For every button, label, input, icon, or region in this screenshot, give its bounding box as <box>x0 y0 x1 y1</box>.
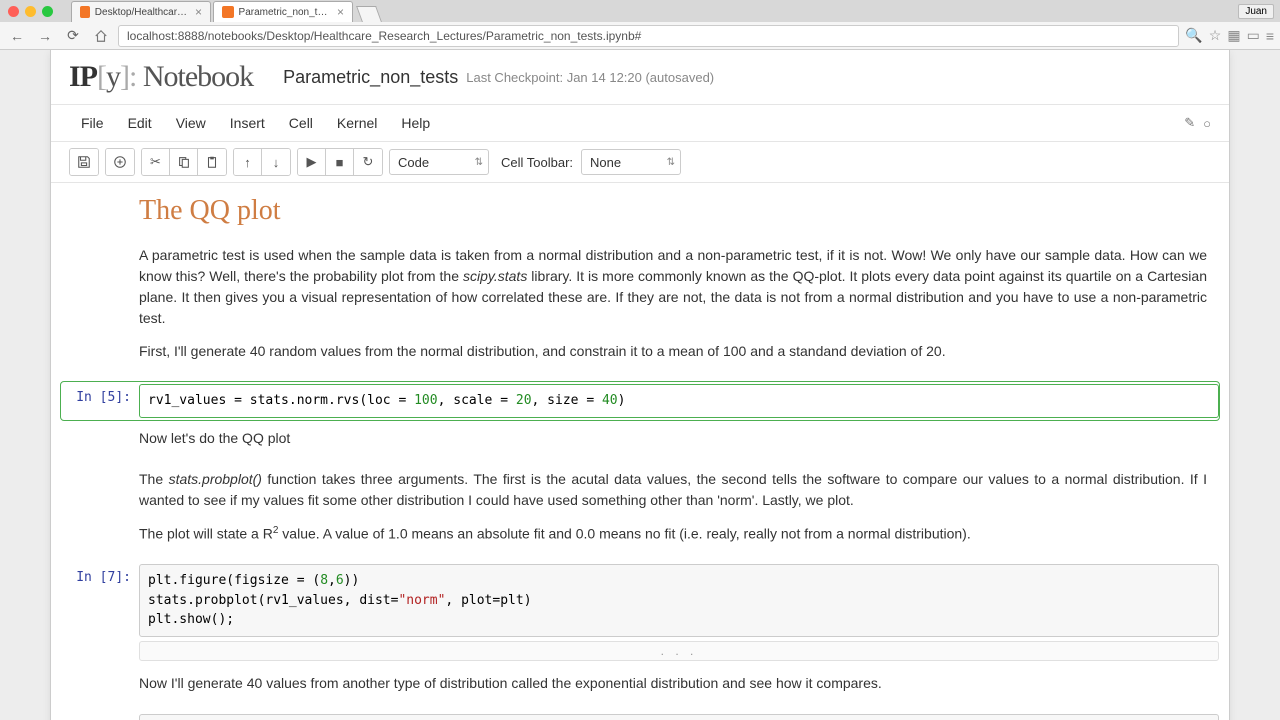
jupyter-fav-icon <box>80 6 90 18</box>
paragraph: A parametric test is used when the sampl… <box>139 245 1207 329</box>
move-down-button[interactable]: ↓ <box>262 149 290 175</box>
cut-button[interactable]: ✂ <box>142 149 170 175</box>
browser-tab[interactable]: Parametric_non_tests × <box>213 1 353 22</box>
insert-cell-button[interactable] <box>106 149 134 175</box>
user-profile-badge[interactable]: Juan <box>1238 4 1274 19</box>
paste-button[interactable] <box>198 149 226 175</box>
markdown-cell[interactable]: Now let's do the QQ plot <box>51 424 1219 465</box>
close-tab-icon[interactable]: × <box>337 5 344 19</box>
notebook-content: The QQ plot A parametric test is used wh… <box>51 183 1229 720</box>
markdown-cell[interactable]: A parametric test is used when the sampl… <box>51 241 1219 378</box>
menu-icon[interactable]: ≡ <box>1266 28 1274 44</box>
input-prompt: In [10]: <box>61 714 139 720</box>
url-text: localhost:8888/notebooks/Desktop/Healthc… <box>127 29 641 43</box>
cell-type-select[interactable]: Code <box>389 149 489 175</box>
notebook-header: IP[y]: Notebook Parametric_non_tests Las… <box>51 50 1229 104</box>
window-controls <box>0 0 61 22</box>
extension-icon[interactable]: ▦ <box>1227 27 1240 44</box>
edit-mode-icon: ✎ <box>1184 115 1195 131</box>
notebook-name[interactable]: Parametric_non_tests <box>283 67 458 88</box>
browser-tab-strip: Desktop/Healthcare_Rese × Parametric_non… <box>61 0 1238 22</box>
paragraph: Now I'll generate 40 values from another… <box>139 673 1207 694</box>
kernel-idle-icon: ○ <box>1203 116 1211 131</box>
menu-file[interactable]: File <box>69 111 116 135</box>
home-button[interactable] <box>90 25 112 47</box>
paragraph: The plot will state a R2 value. A value … <box>139 523 1207 545</box>
code-input[interactable]: plt.figure(figsize = (8,6)) stats.probpl… <box>139 564 1219 637</box>
checkpoint-status: Last Checkpoint: Jan 14 12:20 (autosaved… <box>466 70 714 85</box>
code-input[interactable]: rv1_values = stats.norm.rvs(loc = 100, s… <box>139 384 1219 418</box>
input-prompt: In [5]: <box>61 384 139 418</box>
code-cell[interactable]: In [10]: rv2_values = stats.expon.rvs(si… <box>61 714 1219 720</box>
browser-tab[interactable]: Desktop/Healthcare_Rese × <box>71 1 211 22</box>
menubar: File Edit View Insert Cell Kernel Help ✎… <box>51 104 1229 142</box>
close-tab-icon[interactable]: × <box>195 5 202 19</box>
heading: The QQ plot <box>139 195 1207 227</box>
new-tab-button[interactable] <box>356 6 382 22</box>
reload-button[interactable]: ⟳ <box>62 25 84 47</box>
markdown-cell[interactable]: Now I'll generate 40 values from another… <box>51 669 1219 710</box>
copy-button[interactable] <box>170 149 198 175</box>
move-up-button[interactable]: ↑ <box>234 149 262 175</box>
forward-button[interactable]: → <box>34 25 56 47</box>
back-button[interactable]: ← <box>6 25 28 47</box>
tab-label: Desktop/Healthcare_Rese <box>95 7 190 18</box>
menu-help[interactable]: Help <box>389 111 442 135</box>
input-prompt: In [7]: <box>61 564 139 637</box>
code-input[interactable]: rv2_values = stats.expon.rvs(size = 40) <box>139 714 1219 720</box>
menu-cell[interactable]: Cell <box>277 111 325 135</box>
search-icon[interactable]: 🔍 <box>1185 27 1202 44</box>
extension-icon[interactable]: ▭ <box>1247 27 1260 44</box>
cell-toolbar-label: Cell Toolbar: <box>501 155 573 170</box>
code-cell[interactable]: In [5]: rv1_values = stats.norm.rvs(loc … <box>61 382 1219 420</box>
close-window-button[interactable] <box>8 6 19 17</box>
address-bar[interactable]: localhost:8888/notebooks/Desktop/Healthc… <box>118 25 1179 47</box>
browser-toolbar: ← → ⟳ localhost:8888/notebooks/Desktop/H… <box>0 22 1280 50</box>
bookmark-icon[interactable]: ☆ <box>1209 27 1222 44</box>
collapsed-output[interactable]: . . . <box>139 641 1219 661</box>
cell-toolbar-select[interactable]: None <box>581 149 681 175</box>
toolbar: ✂ ↑ ↓ ▶ ■ ↻ Code Cell Toolbar: None <box>51 142 1229 183</box>
paragraph: First, I'll generate 40 random values fr… <box>139 341 1207 362</box>
menu-view[interactable]: View <box>164 111 218 135</box>
paragraph: The stats.probplot() function takes thre… <box>139 469 1207 511</box>
minimize-window-button[interactable] <box>25 6 36 17</box>
zoom-window-button[interactable] <box>42 6 53 17</box>
save-button[interactable] <box>70 149 98 175</box>
code-cell[interactable]: In [7]: plt.figure(figsize = (8,6)) stat… <box>61 564 1219 637</box>
menu-kernel[interactable]: Kernel <box>325 111 389 135</box>
paragraph: Now let's do the QQ plot <box>139 428 1207 449</box>
run-button[interactable]: ▶ <box>298 149 326 175</box>
tab-label: Parametric_non_tests <box>239 7 332 18</box>
menu-insert[interactable]: Insert <box>218 111 277 135</box>
markdown-cell[interactable]: The QQ plot <box>51 191 1219 241</box>
jupyter-fav-icon <box>222 6 234 18</box>
markdown-cell[interactable]: The stats.probplot() function takes thre… <box>51 465 1219 561</box>
interrupt-button[interactable]: ■ <box>326 149 354 175</box>
menu-edit[interactable]: Edit <box>116 111 164 135</box>
ipython-logo: IP[y]: Notebook <box>69 60 253 94</box>
restart-button[interactable]: ↻ <box>354 149 382 175</box>
